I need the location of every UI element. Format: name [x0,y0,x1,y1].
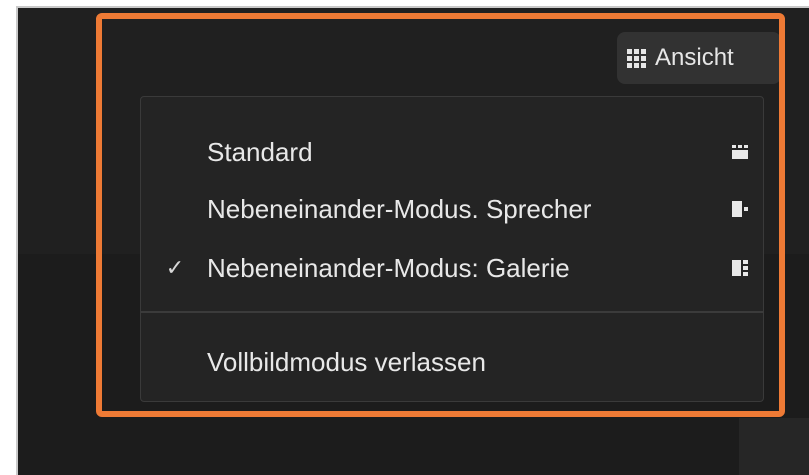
highlight-frame [96,13,785,417]
video-tile [739,418,809,475]
screenshot-frame: Ansicht Standard Nebeneinander-Modus. Sp… [0,0,809,475]
